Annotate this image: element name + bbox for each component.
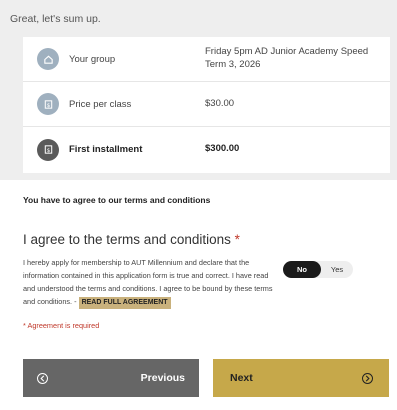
summary-row-value: Friday 5pm AD Junior Academy Speed Term … bbox=[205, 46, 369, 70]
summary-row-installment: $ First installment $300.00 bbox=[23, 127, 390, 172]
toggle-option-no[interactable]: No bbox=[283, 261, 321, 278]
summary-row-label: Price per class bbox=[69, 98, 132, 110]
summary-row-group: Your group Friday 5pm AD Junior Academy … bbox=[23, 37, 390, 82]
summary-row-label: First installment bbox=[69, 144, 143, 155]
dollar-icon: $ bbox=[37, 93, 59, 115]
arrow-right-icon bbox=[362, 372, 373, 384]
agreement-error: * Agreement is required bbox=[23, 321, 100, 330]
summary-section: Great, let's sum up. Your group Friday 5… bbox=[0, 0, 397, 180]
summary-row-value: $30.00 bbox=[205, 97, 235, 109]
dollar-icon: $ bbox=[37, 138, 59, 161]
agreement-toggle[interactable]: No Yes bbox=[283, 261, 353, 278]
summary-row-price: $ Price per class $30.00 bbox=[23, 82, 390, 127]
home-icon bbox=[37, 48, 59, 70]
terms-heading: I agree to the terms and conditions * bbox=[23, 232, 240, 247]
previous-button-label: Previous bbox=[140, 372, 185, 384]
terms-heading-text: I agree to the terms and conditions bbox=[23, 232, 231, 247]
previous-button[interactable]: Previous bbox=[23, 359, 199, 397]
arrow-left-icon bbox=[37, 372, 48, 384]
terms-note: You have to agree to our terms and condi… bbox=[23, 195, 211, 205]
summary-heading: Great, let's sum up. bbox=[10, 13, 101, 25]
svg-text:$: $ bbox=[46, 102, 50, 108]
summary-row-label: Your group bbox=[69, 53, 116, 65]
svg-text:$: $ bbox=[46, 148, 50, 154]
toggle-option-yes[interactable]: Yes bbox=[321, 261, 353, 278]
next-button-label: Next bbox=[230, 372, 253, 384]
read-full-agreement-button[interactable]: READ FULL AGREEMENT bbox=[78, 297, 171, 309]
terms-body: I hereby apply for membership to AUT Mil… bbox=[23, 256, 273, 309]
summary-row-value: $300.00 bbox=[205, 143, 240, 155]
next-button[interactable]: Next bbox=[213, 359, 389, 397]
summary-card: Your group Friday 5pm AD Junior Academy … bbox=[23, 37, 390, 173]
required-mark: * bbox=[234, 232, 240, 247]
